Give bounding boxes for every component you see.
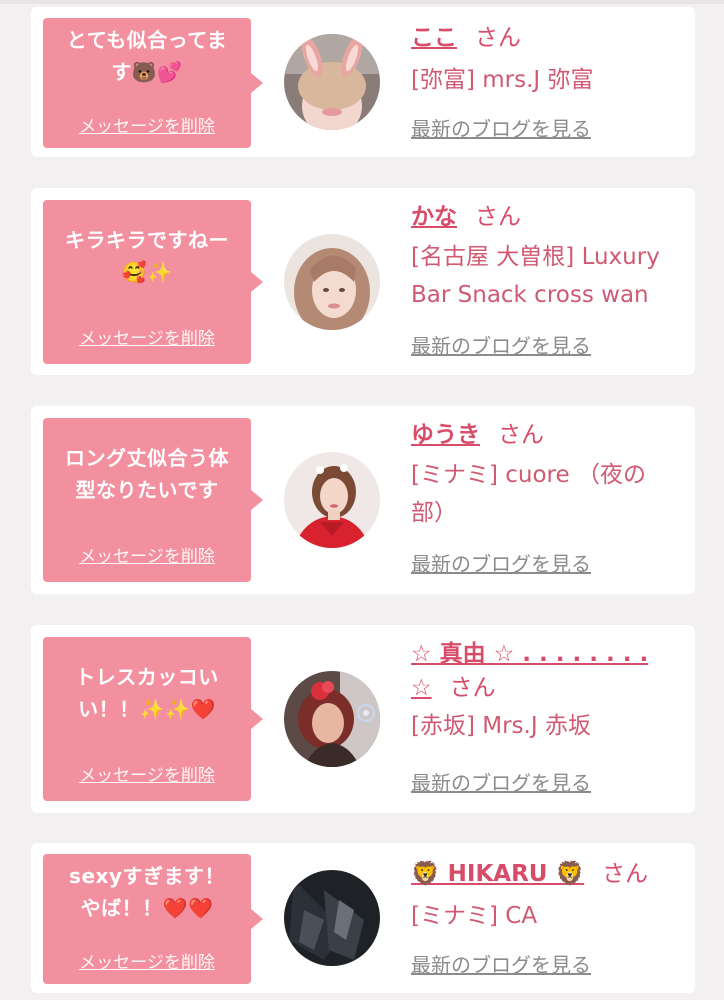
shop-name: [名古屋 大曽根] Luxury Bar Snack cross wan bbox=[411, 238, 687, 314]
message-bubble: sexyすぎます！ やば！！❤️❤️ メッセージを削除 bbox=[43, 854, 263, 984]
user-info: ゆうき さん [ミナミ] cuore （夜の 部） 最新のブログを見る bbox=[411, 418, 687, 576]
message-text: ロング丈似合う体 型なりたいです bbox=[51, 442, 243, 506]
user-info: かな さん [名古屋 大曽根] Luxury Bar Snack cross wa… bbox=[411, 200, 687, 358]
latest-blog-link[interactable]: 最新のブログを見る bbox=[411, 548, 591, 577]
honorific: さん bbox=[498, 422, 544, 448]
message-line: やば！！ bbox=[80, 896, 163, 920]
avatar-photo bbox=[284, 452, 380, 548]
user-name-link-continued[interactable]: ☆ bbox=[411, 675, 432, 701]
honorific: さん bbox=[602, 861, 649, 887]
delete-message-link[interactable]: メッセージを削除 bbox=[43, 542, 251, 567]
message-text: キラキラですねー 🥰✨ bbox=[51, 224, 243, 288]
message-emoji: ✨✨❤️ bbox=[139, 697, 216, 721]
honorific: さん bbox=[449, 675, 496, 701]
shop-name: [弥富] mrs.J 弥富 bbox=[411, 61, 687, 99]
message-card: sexyすぎます！ やば！！❤️❤️ メッセージを削除 🦁 HIKARU 🦁 さん… bbox=[31, 843, 695, 993]
message-bubble: とても似合ってま す🐻💕 メッセージを削除 bbox=[43, 18, 263, 148]
delete-message-link[interactable]: メッセージを削除 bbox=[43, 948, 251, 973]
user-name-link[interactable]: ゆうき bbox=[411, 422, 480, 448]
message-card: キラキラですねー 🥰✨ メッセージを削除 かな さん [名古屋 大曽根] Luxu… bbox=[31, 188, 695, 375]
message-line: sexyすぎます！ bbox=[69, 864, 225, 888]
message-card: とても似合ってま す🐻💕 メッセージを削除 ここ さん [弥富] mrs.J 弥富… bbox=[31, 7, 695, 157]
top-divider bbox=[0, 0, 724, 4]
delete-message-link[interactable]: メッセージを削除 bbox=[43, 761, 251, 786]
message-text: とても似合ってま す🐻💕 bbox=[51, 24, 243, 88]
message-bubble: ロング丈似合う体 型なりたいです メッセージを削除 bbox=[43, 418, 263, 582]
user-name-link[interactable]: ☆ 真由 ☆ . . . . . . . . bbox=[411, 641, 648, 667]
name-line: ここ さん bbox=[411, 21, 687, 55]
shop-name: [赤坂] Mrs.J 赤坂 bbox=[411, 707, 687, 745]
avatar-photo bbox=[284, 671, 380, 767]
latest-blog-link[interactable]: 最新のブログを見る bbox=[411, 330, 591, 359]
shop-line: Bar Snack cross wan bbox=[411, 282, 649, 308]
user-name-link[interactable]: 🦁 HIKARU 🦁 bbox=[411, 861, 584, 887]
delete-message-link[interactable]: メッセージを削除 bbox=[43, 324, 251, 349]
message-line: い！！ bbox=[78, 697, 140, 721]
name-line: かな さん bbox=[411, 200, 687, 234]
avatar-photo bbox=[284, 234, 380, 330]
shop-line: [名古屋 大曽根] Luxury bbox=[411, 244, 660, 270]
message-line: キラキラですねー bbox=[65, 228, 229, 252]
shop-line: [ミナミ] cuore （夜の bbox=[411, 462, 646, 488]
message-line: 型なりたいです bbox=[75, 478, 219, 502]
latest-blog-link[interactable]: 最新のブログを見る bbox=[411, 949, 591, 978]
shop-line: 部） bbox=[411, 500, 457, 526]
message-line: とても似合ってま bbox=[66, 28, 228, 52]
message-card: トレスカッコい い！！✨✨❤️ メッセージを削除 ☆ 真由 ☆ . . . . … bbox=[31, 625, 695, 813]
name-line: 🦁 HIKARU 🦁 さん bbox=[411, 857, 687, 891]
avatar[interactable] bbox=[284, 34, 380, 130]
avatar[interactable] bbox=[284, 870, 380, 966]
honorific: さん bbox=[475, 204, 521, 230]
latest-blog-link[interactable]: 最新のブログを見る bbox=[411, 113, 591, 142]
avatar[interactable] bbox=[284, 452, 380, 548]
message-bubble: キラキラですねー 🥰✨ メッセージを削除 bbox=[43, 200, 263, 364]
avatar-photo bbox=[284, 870, 380, 966]
avatar-photo bbox=[284, 34, 380, 130]
user-name-link[interactable]: かな bbox=[411, 204, 457, 230]
avatar[interactable] bbox=[284, 671, 380, 767]
shop-line: [ミナミ] CA bbox=[411, 903, 538, 929]
latest-blog-link[interactable]: 最新のブログを見る bbox=[411, 767, 591, 796]
message-card: ロング丈似合う体 型なりたいです メッセージを削除 ゆうき さん [ミナミ] cu… bbox=[31, 406, 695, 594]
message-line: す bbox=[111, 60, 132, 84]
user-info: ☆ 真由 ☆ . . . . . . . . ☆ さん [赤坂] Mrs.J 赤坂… bbox=[411, 637, 687, 795]
name-line: ☆ 真由 ☆ . . . . . . . . ☆ さん bbox=[411, 637, 687, 705]
message-emoji: ❤️❤️ bbox=[162, 896, 214, 920]
user-info: 🦁 HIKARU 🦁 さん [ミナミ] CA 最新のブログを見る bbox=[411, 857, 687, 977]
message-emoji: 🥰✨ bbox=[121, 260, 173, 284]
shop-name: [ミナミ] CA bbox=[411, 897, 687, 935]
shop-line: [弥富] mrs.J 弥富 bbox=[411, 67, 594, 93]
message-text: sexyすぎます！ やば！！❤️❤️ bbox=[51, 860, 243, 924]
message-line: ロング丈似合う体 bbox=[65, 446, 229, 470]
shop-name: [ミナミ] cuore （夜の 部） bbox=[411, 456, 687, 532]
message-emoji: 🐻💕 bbox=[131, 60, 183, 84]
shop-line: [赤坂] Mrs.J 赤坂 bbox=[411, 713, 591, 739]
honorific: さん bbox=[475, 25, 521, 51]
user-info: ここ さん [弥富] mrs.J 弥富 最新のブログを見る bbox=[411, 21, 687, 141]
message-text: トレスカッコい い！！✨✨❤️ bbox=[51, 661, 243, 725]
name-line: ゆうき さん bbox=[411, 418, 687, 452]
user-name-link[interactable]: ここ bbox=[411, 25, 457, 51]
avatar[interactable] bbox=[284, 234, 380, 330]
delete-message-link[interactable]: メッセージを削除 bbox=[43, 112, 251, 137]
message-bubble: トレスカッコい い！！✨✨❤️ メッセージを削除 bbox=[43, 637, 263, 801]
message-line: トレスカッコい bbox=[75, 665, 219, 689]
